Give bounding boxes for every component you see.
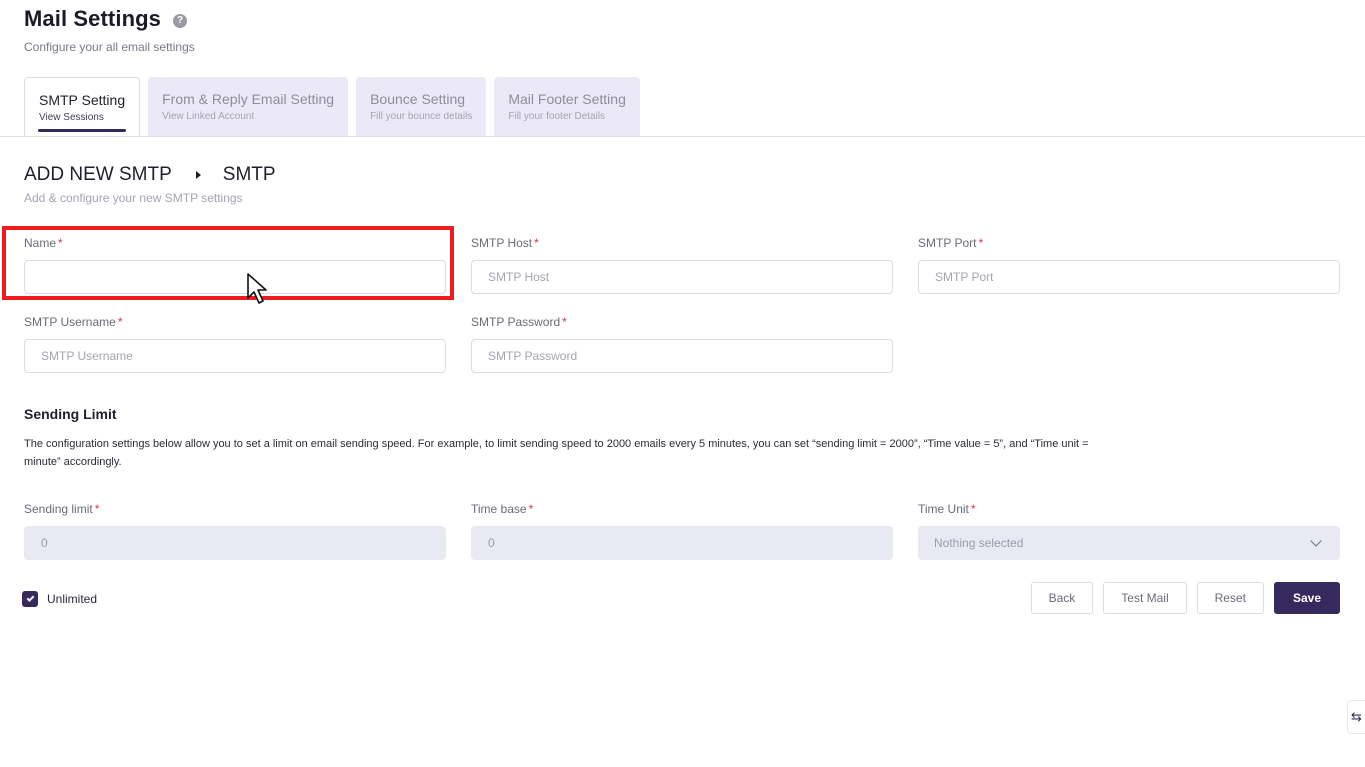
highlight-box <box>2 226 454 300</box>
tab-label: SMTP Setting <box>39 92 126 108</box>
form-actions: Back Test Mail Reset Save <box>1030 582 1340 614</box>
smtp-host-label: SMTP Host * <box>471 236 539 250</box>
smtp-host-input[interactable] <box>471 260 893 294</box>
back-button[interactable]: Back <box>1030 582 1094 614</box>
tab-from-reply-email-setting[interactable]: From & Reply Email Setting View Linked A… <box>148 77 349 136</box>
breadcrumb-add-new-smtp: ADD NEW SMTP <box>24 164 172 185</box>
tab-label: Mail Footer Setting <box>508 91 626 107</box>
tab-label: From & Reply Email Setting <box>162 91 335 107</box>
time-base-field-group: Time base * <box>471 502 893 560</box>
sending-limit-input[interactable] <box>24 526 446 560</box>
unlimited-label: Unlimited <box>47 592 98 606</box>
smtp-username-label: SMTP Username * <box>24 315 123 329</box>
help-icon[interactable]: ? <box>173 13 187 28</box>
page-title: Mail Settings <box>24 6 161 31</box>
caret-right-icon <box>195 171 201 179</box>
breadcrumb: ADD NEW SMTP SMTP <box>24 164 276 186</box>
smtp-password-input[interactable] <box>471 339 893 373</box>
smtp-password-field-group: SMTP Password * <box>471 315 893 373</box>
section-header: ADD NEW SMTP SMTP Add & configure your n… <box>24 164 276 205</box>
time-unit-label: Time Unit * <box>918 502 976 516</box>
time-unit-selected-value: Nothing selected <box>934 536 1024 550</box>
sending-limit-label: Sending limit * <box>24 502 100 516</box>
sending-limit-field-group: Sending limit * <box>24 502 446 560</box>
unlimited-checkbox[interactable] <box>22 591 38 607</box>
expand-arrows-icon: ⇆ <box>1351 709 1362 724</box>
settings-tabs: SMTP Setting View Sessions From & Reply … <box>24 77 640 136</box>
tabs-divider <box>0 136 1365 137</box>
time-unit-field-group: Time Unit * Nothing selected <box>918 502 1340 560</box>
page-subtitle: Configure your all email settings <box>24 40 195 54</box>
mouse-cursor-icon <box>247 273 267 304</box>
side-panel-toggle[interactable]: ⇆ <box>1347 700 1365 734</box>
smtp-port-input[interactable] <box>918 260 1340 294</box>
page-header: Mail Settings ? Configure your all email… <box>24 6 195 54</box>
smtp-host-field-group: SMTP Host * <box>471 236 893 294</box>
reset-button[interactable]: Reset <box>1196 582 1264 614</box>
tab-label: Bounce Setting <box>370 91 466 107</box>
smtp-port-field-group: SMTP Port * <box>918 236 1340 294</box>
smtp-username-field-group: SMTP Username * <box>24 315 446 373</box>
tab-sublabel: Fill your footer Details <box>508 111 606 122</box>
active-tab-indicator <box>38 129 127 132</box>
checkmark-icon <box>26 594 34 602</box>
time-base-label: Time base * <box>471 502 534 516</box>
save-button[interactable]: Save <box>1273 582 1340 614</box>
tab-sublabel: Fill your bounce details <box>370 111 473 122</box>
tab-mail-footer-setting[interactable]: Mail Footer Setting Fill your footer Det… <box>494 77 640 136</box>
test-mail-button[interactable]: Test Mail <box>1103 582 1187 614</box>
sending-limit-description: The configuration settings below allow y… <box>24 438 1089 468</box>
time-base-input[interactable] <box>471 526 893 560</box>
unlimited-checkbox-row[interactable]: Unlimited <box>22 591 97 607</box>
smtp-password-label: SMTP Password * <box>471 315 567 329</box>
tab-bounce-setting[interactable]: Bounce Setting Fill your bounce details <box>356 77 487 136</box>
breadcrumb-smtp: SMTP <box>222 164 276 185</box>
chevron-down-icon <box>1310 535 1322 547</box>
smtp-port-label: SMTP Port * <box>918 236 984 250</box>
tab-sublabel: View Sessions <box>39 112 104 123</box>
tab-sublabel: View Linked Account <box>162 111 255 122</box>
smtp-username-input[interactable] <box>24 339 446 373</box>
page-title-row: Mail Settings ? <box>24 6 195 32</box>
time-unit-select[interactable]: Nothing selected <box>918 526 1340 560</box>
section-subtitle: Add & configure your new SMTP settings <box>24 191 243 205</box>
tab-smtp-setting[interactable]: SMTP Setting View Sessions <box>24 77 141 136</box>
sending-limit-title: Sending Limit <box>24 406 117 422</box>
